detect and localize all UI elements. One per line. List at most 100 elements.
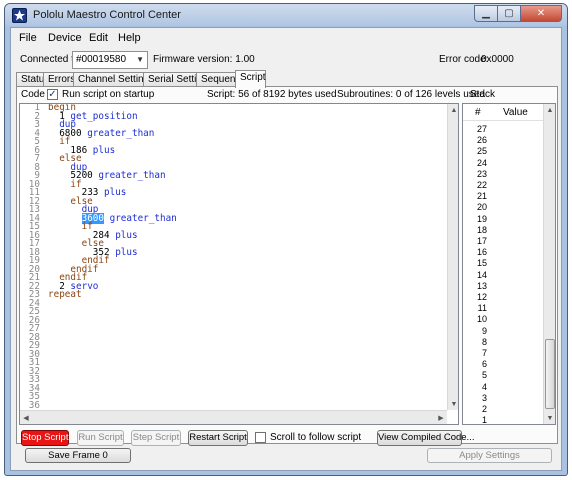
code-line[interactable]: 9 5200 greater_than (20, 171, 447, 181)
tab-script[interactable]: Script (235, 70, 266, 88)
stack-index: 3 (481, 392, 487, 403)
tab-channel-settings[interactable]: Channel Settings (73, 72, 154, 87)
menu-device[interactable]: Device (48, 32, 82, 44)
stack-row: 14 (463, 270, 543, 281)
line-number: 36 (28, 399, 40, 410)
device-info-bar: Connected to: #00019580 ▼ Firmware versi… (11, 48, 561, 74)
stack-row: 23 (463, 169, 543, 180)
stack-row: 8 (463, 337, 543, 348)
stack-index: 21 (476, 191, 487, 202)
stack-index: 1 (481, 415, 487, 425)
minimize-icon[interactable]: ▁ (474, 5, 498, 22)
editor-horizontal-scrollbar[interactable]: ◀ ▶ (20, 410, 447, 424)
code-line[interactable]: 25 (20, 307, 447, 317)
code-line[interactable]: 26 (20, 316, 447, 326)
stop-script-button[interactable]: Stop Script (21, 430, 69, 446)
menu-help[interactable]: Help (118, 32, 141, 44)
stack-row: 6 (463, 359, 543, 370)
apply-settings-button[interactable]: Apply Settings (427, 448, 552, 463)
code-line[interactable]: 30 (20, 350, 447, 360)
scroll-left-icon[interactable]: ◀ (20, 412, 32, 424)
stack-row: 26 (463, 135, 543, 146)
window-controls: ▁ ▢ ✕ (474, 5, 562, 22)
code-line[interactable]: 31 (20, 358, 447, 368)
stack-index: 25 (476, 146, 487, 157)
code-function: greater_than (109, 212, 177, 224)
code-line[interactable]: 32 (20, 367, 447, 377)
stack-index: 17 (476, 236, 487, 246)
code-line[interactable]: 24 (20, 299, 447, 309)
menu-edit[interactable]: Edit (89, 32, 108, 44)
code-line[interactable]: 35 (20, 392, 447, 402)
stack-row: 9 (463, 326, 543, 337)
editor-vertical-scrollbar[interactable]: ▲ ▼ (447, 104, 458, 410)
code-line[interactable]: 23 repeat (20, 290, 447, 300)
stack-header: # Value (463, 104, 543, 121)
code-line[interactable]: 33 (20, 375, 447, 385)
stack-index: 27 (476, 124, 487, 134)
code-line[interactable]: 22 2 servo (20, 281, 447, 292)
title-bar[interactable]: Pololu Maestro Control Center ▁ ▢ ✕ (5, 4, 567, 26)
scroll-down-icon[interactable]: ▼ (448, 398, 458, 410)
stack-row: 7 (463, 348, 543, 359)
stack-scrollbar[interactable]: ▲ ▼ (543, 104, 555, 424)
device-select[interactable]: #00019580 ▼ (72, 51, 148, 69)
code-function: plus (92, 144, 116, 156)
tab-sequence[interactable]: Sequence (196, 72, 246, 87)
tab-errors[interactable]: Errors (43, 72, 75, 87)
script-editor[interactable]: 1 begin 2 1 get_position 3 dup 4 6800 greate… (19, 103, 459, 425)
chevron-down-icon: ▼ (136, 55, 144, 64)
client-area: File Device Edit Help Connected to: #000… (10, 27, 562, 471)
stack-index: 24 (476, 157, 487, 168)
stack-index: 5 (481, 370, 487, 381)
window-title: Pololu Maestro Control Center (33, 9, 181, 21)
code-line[interactable]: 28 (20, 333, 447, 343)
view-compiled-code-button[interactable]: View Compiled Code... (377, 430, 474, 446)
scroll-up-icon[interactable]: ▲ (448, 104, 458, 116)
code-line[interactable]: 4 6800 greater_than (20, 127, 447, 139)
code-line[interactable]: 2 1 get_position (20, 111, 447, 122)
stack-row: 20 (463, 202, 543, 213)
step-script-button[interactable]: Step Script (131, 430, 181, 446)
maximize-icon[interactable]: ▢ (497, 5, 521, 22)
stack-row: 3 (463, 393, 543, 404)
scroll-follow-label: Scroll to follow script (270, 432, 362, 443)
stack-index: 8 (481, 336, 487, 347)
stack-index: 12 (476, 292, 487, 302)
close-icon[interactable]: ✕ (520, 5, 562, 22)
scroll-right-icon[interactable]: ▶ (435, 412, 447, 424)
menu-bar: File Device Edit Help (11, 28, 561, 48)
code-line[interactable]: 34 (20, 384, 447, 394)
main-window: Pololu Maestro Control Center ▁ ▢ ✕ File… (4, 3, 568, 476)
menu-file[interactable]: File (19, 32, 37, 44)
stack-index: 16 (476, 247, 487, 258)
save-frame-button[interactable]: Save Frame 0 (25, 448, 131, 463)
script-panel: Code ✓ Run script on startup Script: 56 … (16, 86, 558, 446)
tab-serial-settings[interactable]: Serial Settings (143, 72, 212, 87)
stack-index: 13 (476, 280, 487, 291)
code-line[interactable]: 29 (20, 341, 447, 351)
code-function: greater_than (87, 127, 155, 139)
code-function: plus (115, 229, 138, 241)
run-on-startup-checkbox[interactable]: ✓ (47, 89, 58, 100)
stack-row: 22 (463, 180, 543, 191)
pololu-logo-icon (12, 8, 27, 23)
restart-script-button[interactable]: Restart Script (188, 430, 248, 446)
stack-index: 4 (481, 381, 487, 392)
stack-row: 2 (463, 404, 543, 415)
firmware-version: Firmware version: 1.00 (153, 54, 255, 65)
code-label: Code (21, 89, 45, 100)
scroll-down-icon[interactable]: ▼ (544, 412, 555, 424)
code-line[interactable]: 27 (20, 324, 447, 334)
scroll-up-icon[interactable]: ▲ (544, 104, 555, 116)
tab-status[interactable]: Status (16, 72, 49, 87)
stack-row: 15 (463, 258, 543, 269)
run-script-button[interactable]: Run Script (77, 430, 124, 446)
stack-row: 25 (463, 146, 543, 157)
stack-index: 23 (476, 168, 487, 179)
stack-scroll-thumb[interactable] (545, 339, 555, 409)
code-line[interactable]: 36 (20, 399, 447, 411)
stack-index: 22 (476, 180, 487, 190)
scroll-follow-checkbox[interactable] (255, 432, 266, 443)
code-line[interactable]: 6 186 plus (20, 144, 447, 156)
